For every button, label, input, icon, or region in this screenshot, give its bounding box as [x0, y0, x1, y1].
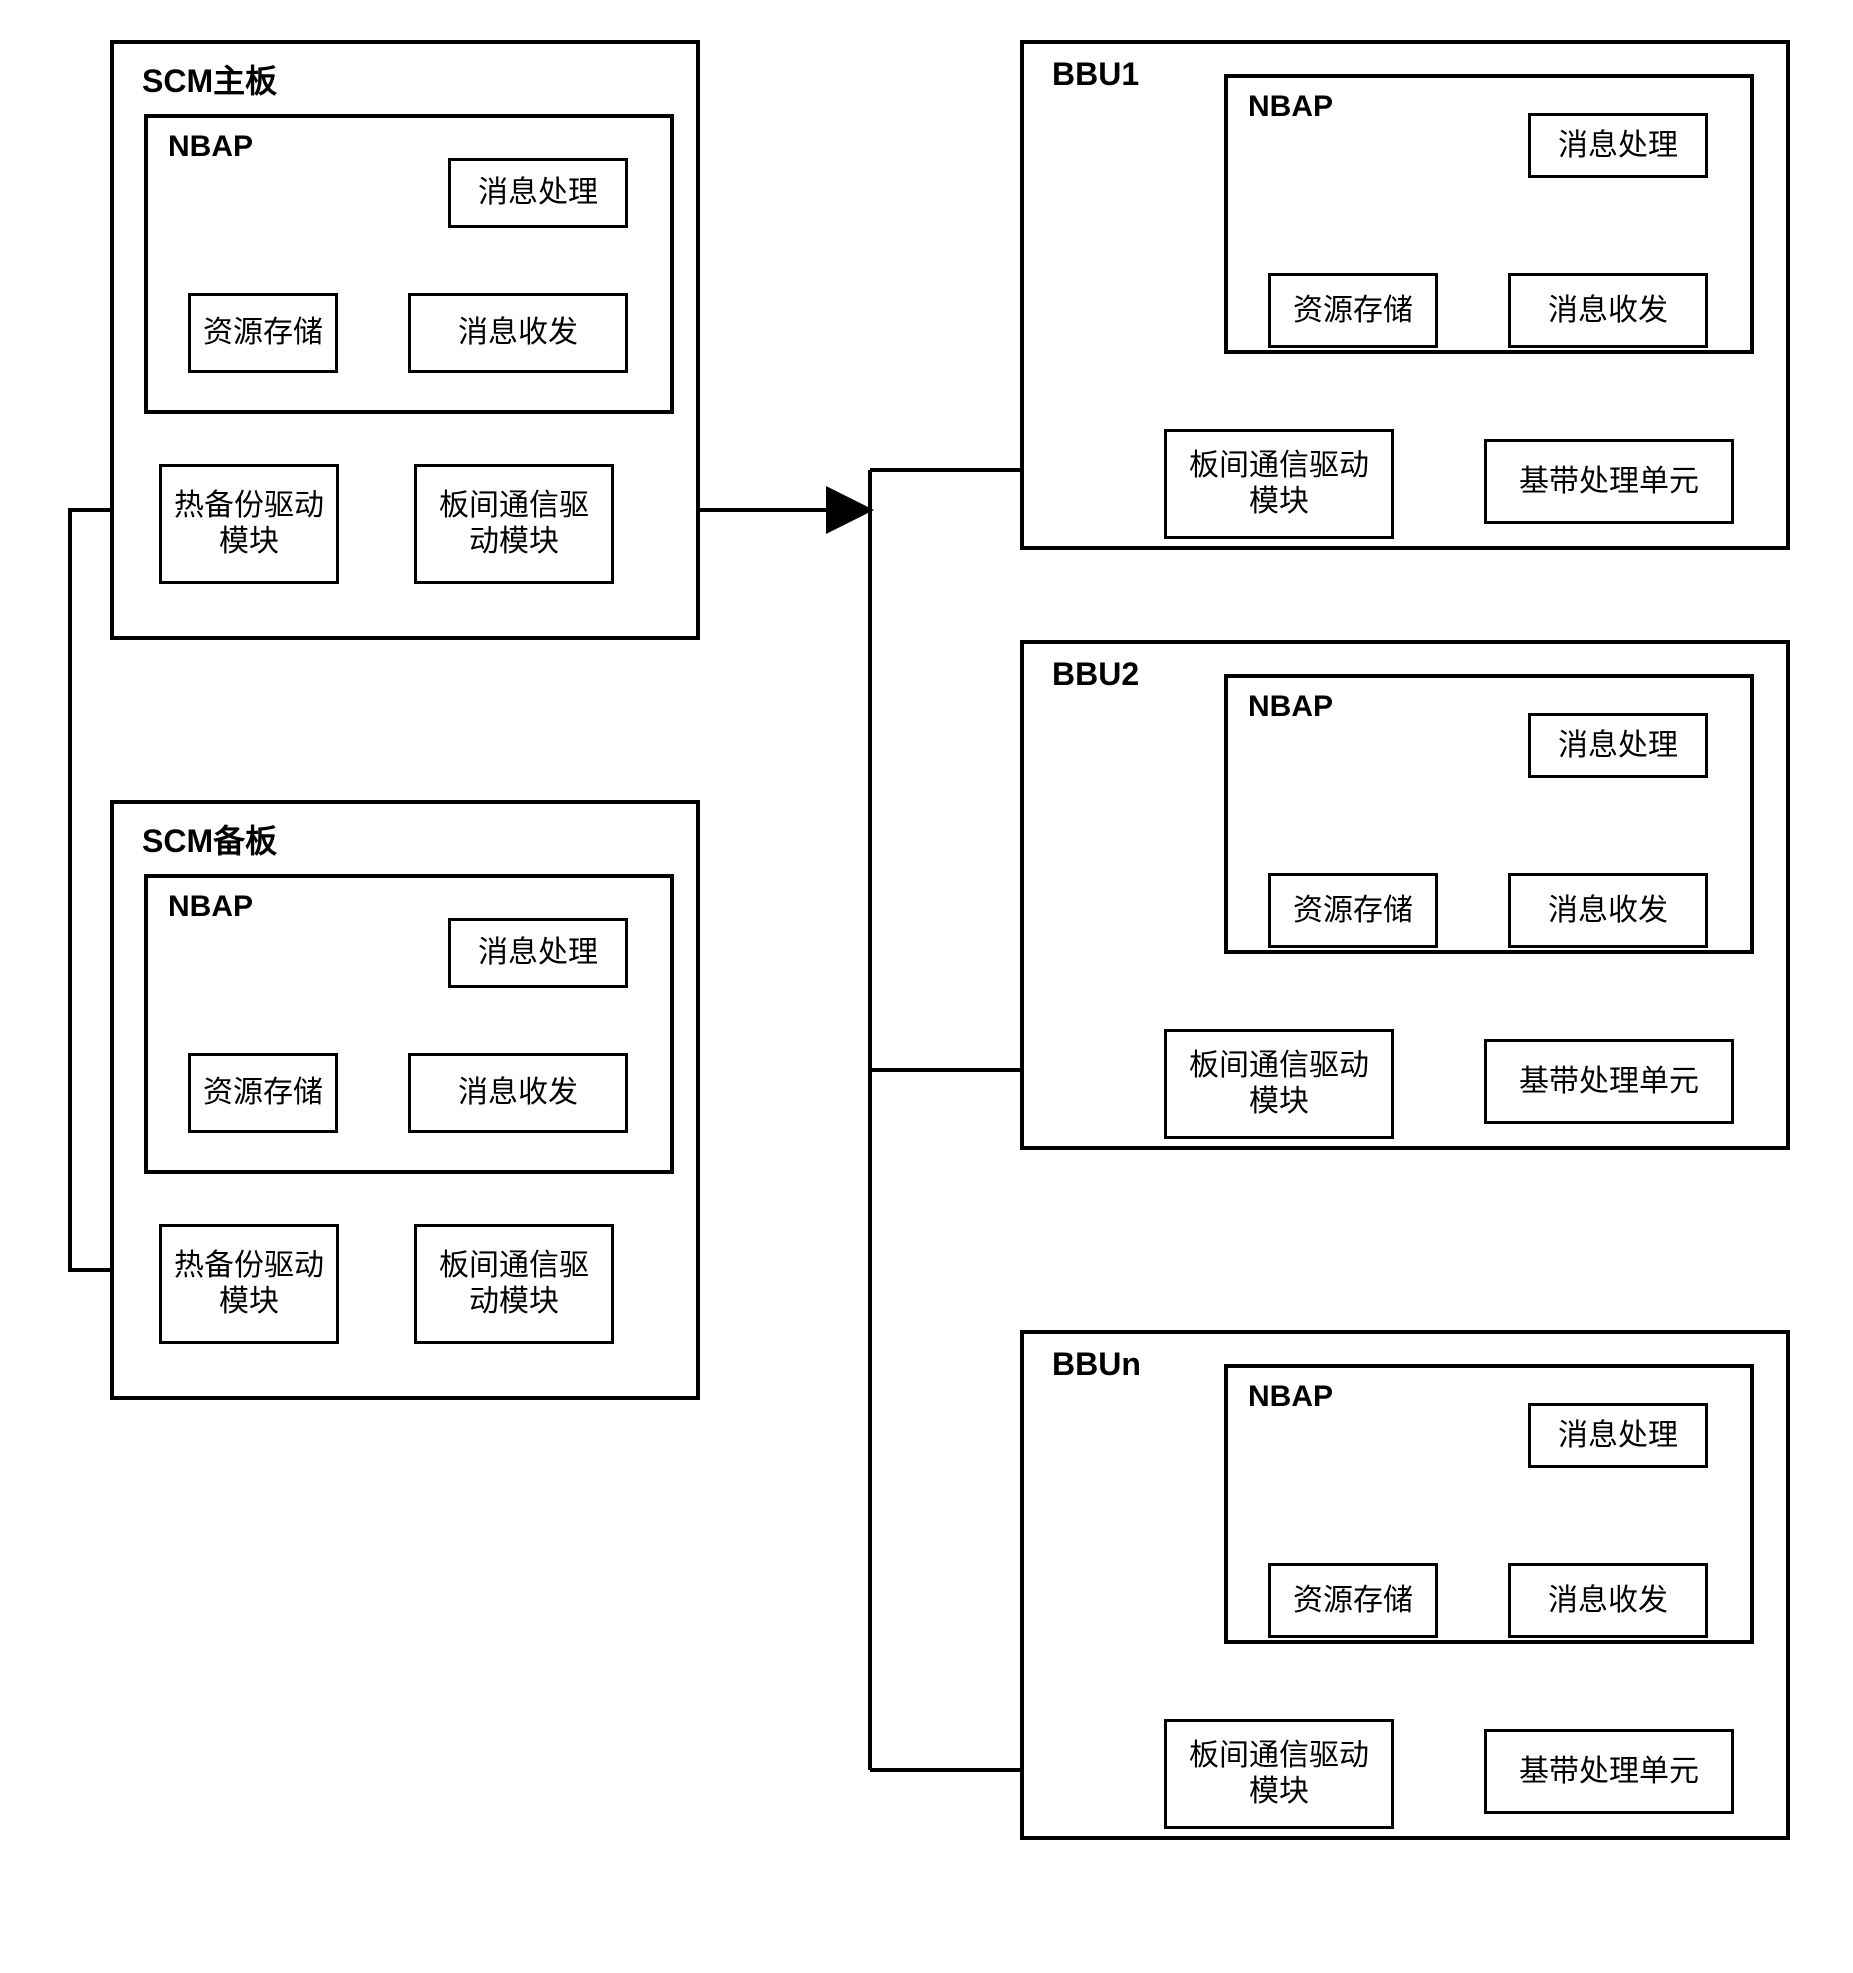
bbun-baseband: 基带处理单元 [1484, 1729, 1734, 1814]
bbu1-nbap: NBAP 消息处理 资源存储 消息收发 [1224, 74, 1754, 354]
scm-main-msg-trx: 消息收发 [408, 293, 628, 373]
scm-main-board: SCM主板 NBAP 消息处理 资源存储 消息收发 热备份驱动模块 板间通信驱动… [110, 40, 700, 640]
bbu2-board: BBU2 NBAP 消息处理 资源存储 消息收发 板间通信驱动模块 基带处理单元 [1020, 640, 1790, 1150]
bbun-msg-trx: 消息收发 [1508, 1563, 1708, 1638]
bbu2-nbap-title: NBAP [1248, 690, 1333, 724]
scm-backup-title: SCM备板 [142, 816, 277, 862]
scm-backup-msg-trx: 消息收发 [408, 1053, 628, 1133]
scm-main-msg-proc: 消息处理 [448, 158, 628, 228]
bbun-inter-comm: 板间通信驱动模块 [1164, 1719, 1394, 1829]
scm-backup-res-store: 资源存储 [188, 1053, 338, 1133]
bbu1-title: BBU1 [1052, 56, 1139, 93]
bbu1-msg-proc: 消息处理 [1528, 113, 1708, 178]
scm-backup-msg-proc: 消息处理 [448, 918, 628, 988]
bbu2-msg-proc: 消息处理 [1528, 713, 1708, 778]
bbun-res-store: 资源存储 [1268, 1563, 1438, 1638]
bbu2-msg-trx: 消息收发 [1508, 873, 1708, 948]
scm-main-nbap-title: NBAP [168, 130, 253, 164]
bbu1-inter-comm: 板间通信驱动模块 [1164, 429, 1394, 539]
scm-backup-hot-backup: 热备份驱动模块 [159, 1224, 339, 1344]
scm-backup-nbap: NBAP 消息处理 资源存储 消息收发 [144, 874, 674, 1174]
scm-main-title: SCM主板 [142, 56, 277, 102]
bbu1-baseband: 基带处理单元 [1484, 439, 1734, 524]
bbu1-msg-trx: 消息收发 [1508, 273, 1708, 348]
bbu1-board: BBU1 NBAP 消息处理 资源存储 消息收发 板间通信驱动模块 基带处理单元 [1020, 40, 1790, 550]
bbu1-res-store: 资源存储 [1268, 273, 1438, 348]
scm-main-nbap: NBAP 消息处理 资源存储 消息收发 [144, 114, 674, 414]
bbu2-nbap: NBAP 消息处理 资源存储 消息收发 [1224, 674, 1754, 954]
scm-backup-nbap-title: NBAP [168, 890, 253, 924]
scm-main-inter-comm: 板间通信驱动模块 [414, 464, 614, 584]
bbu2-title: BBU2 [1052, 656, 1139, 693]
bbu2-baseband: 基带处理单元 [1484, 1039, 1734, 1124]
bbu2-res-store: 资源存储 [1268, 873, 1438, 948]
scm-main-hot-backup: 热备份驱动模块 [159, 464, 339, 584]
scm-backup-inter-comm: 板间通信驱动模块 [414, 1224, 614, 1344]
bbun-nbap: NBAP 消息处理 资源存储 消息收发 [1224, 1364, 1754, 1644]
scm-backup-board: SCM备板 NBAP 消息处理 资源存储 消息收发 热备份驱动模块 板间通信驱动… [110, 800, 700, 1400]
bbun-msg-proc: 消息处理 [1528, 1403, 1708, 1468]
bbun-board: BBUn NBAP 消息处理 资源存储 消息收发 板间通信驱动模块 基带处理单元 [1020, 1330, 1790, 1840]
scm-main-res-store: 资源存储 [188, 293, 338, 373]
bbu2-inter-comm: 板间通信驱动模块 [1164, 1029, 1394, 1139]
bbu1-nbap-title: NBAP [1248, 90, 1333, 124]
bbun-title: BBUn [1052, 1346, 1141, 1383]
bbun-nbap-title: NBAP [1248, 1380, 1333, 1414]
